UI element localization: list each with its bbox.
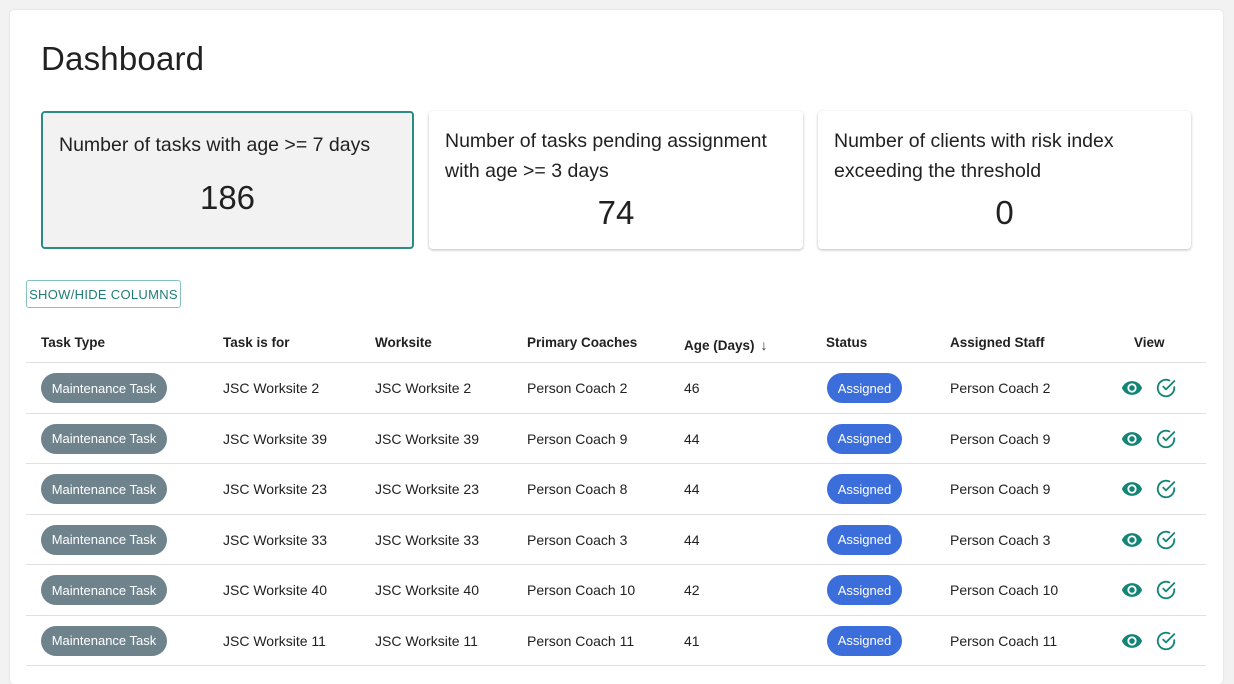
cell-primary-coaches: Person Coach 2 xyxy=(527,380,628,396)
cell-assigned-staff: Person Coach 2 xyxy=(950,380,1051,396)
table-row[interactable]: Maintenance Task JSC Worksite 11 JSC Works… xyxy=(26,616,1206,666)
status-badge: Assigned xyxy=(827,524,902,555)
cell-primary-coaches: Person Coach 3 xyxy=(527,531,628,548)
check-circle-icon[interactable] xyxy=(1154,376,1178,400)
task-type-chip: Maintenance Task xyxy=(41,524,167,555)
column-header-worksite[interactable]: Worksite xyxy=(375,335,432,350)
metric-card-clients-risk[interactable]: Number of clients with risk index exceed… xyxy=(818,111,1191,249)
status-badge: Assigned xyxy=(827,575,902,605)
table-row[interactable]: Maintenance Task JSC Worksite 2 JSC Worksi… xyxy=(26,363,1206,414)
cell-task-for: JSC Worksite 2 xyxy=(223,380,320,396)
task-type-chip: Maintenance Task xyxy=(41,575,167,605)
table-row[interactable]: Maintenance Task JSC Worksite 23 JSC Works… xyxy=(26,464,1206,515)
check-circle-icon[interactable] xyxy=(1154,477,1178,501)
cell-task-for: JSC Worksite 33 xyxy=(223,531,327,548)
cell-assigned-staff: Person Coach 10 xyxy=(950,582,1059,598)
cell-assigned-staff: Person Coach 9 xyxy=(950,481,1051,497)
eye-icon[interactable] xyxy=(1120,477,1144,501)
metric-card-value: 74 xyxy=(597,194,635,231)
eye-icon[interactable] xyxy=(1120,629,1144,653)
table-header: Task Type Task is for Worksite Primary C… xyxy=(26,322,1206,363)
column-header-status[interactable]: Status xyxy=(826,335,867,350)
page-title: Dashboard xyxy=(41,40,205,77)
column-header-view[interactable]: View xyxy=(1134,335,1165,350)
metric-card-pending-assignment[interactable]: Number of tasks pending assignment with … xyxy=(429,111,803,249)
cell-assigned-staff: Person Coach 9 xyxy=(950,430,1051,447)
cell-age: 44 xyxy=(684,430,700,447)
table-row[interactable]: Maintenance Task JSC Worksite 39 JSC Works… xyxy=(26,414,1206,464)
status-badge: Assigned xyxy=(827,373,902,403)
cell-assigned-staff: Person Coach 11 xyxy=(950,632,1058,649)
eye-icon[interactable] xyxy=(1120,578,1144,602)
task-type-chip: Maintenance Task xyxy=(41,474,167,504)
cell-worksite: JSC Worksite 40 xyxy=(375,582,479,598)
column-header-task-type[interactable]: Task Type xyxy=(41,335,105,350)
cell-primary-coaches: Person Coach 8 xyxy=(527,481,628,497)
cell-task-for: JSC Worksite 39 xyxy=(223,430,327,447)
cell-age: 44 xyxy=(684,531,700,548)
status-badge: Assigned xyxy=(827,625,902,656)
check-circle-icon[interactable] xyxy=(1154,427,1178,451)
cell-task-for: JSC Worksite 23 xyxy=(223,481,327,497)
cell-age: 41 xyxy=(684,632,700,649)
metric-card-label: Number of tasks with age >= 7 days xyxy=(59,134,371,156)
task-type-chip: Maintenance Task xyxy=(41,373,167,403)
column-header-age[interactable]: Age (Days) ↓ xyxy=(684,337,768,353)
dashboard-panel: Dashboard Number of tasks with age >= 7 … xyxy=(10,10,1223,684)
cell-worksite: JSC Worksite 39 xyxy=(375,430,479,447)
task-type-chip: Maintenance Task xyxy=(41,423,167,454)
cell-age: 46 xyxy=(684,380,700,396)
cell-assigned-staff: Person Coach 3 xyxy=(950,531,1051,548)
table-body: Maintenance Task JSC Worksite 2 JSC Worksi… xyxy=(26,363,1206,666)
task-type-chip: Maintenance Task xyxy=(41,625,167,656)
check-circle-icon[interactable] xyxy=(1154,629,1178,653)
cell-primary-coaches: Person Coach 10 xyxy=(527,582,636,598)
cell-task-for: JSC Worksite 11 xyxy=(223,632,326,649)
cell-primary-coaches: Person Coach 9 xyxy=(527,430,628,447)
cell-primary-coaches: Person Coach 11 xyxy=(527,632,635,649)
check-circle-icon[interactable] xyxy=(1154,528,1178,552)
cell-worksite: JSC Worksite 23 xyxy=(375,481,479,497)
metric-card-label: Number of clients with risk index exceed… xyxy=(834,130,1114,182)
cell-worksite: JSC Worksite 33 xyxy=(375,531,479,548)
column-header-primary-coaches[interactable]: Primary Coaches xyxy=(527,335,637,350)
status-badge: Assigned xyxy=(827,474,902,504)
eye-icon[interactable] xyxy=(1120,376,1144,400)
cell-age: 42 xyxy=(684,582,700,598)
cell-worksite: JSC Worksite 2 xyxy=(375,380,472,396)
tasks-table: Task Type Task is for Worksite Primary C… xyxy=(26,322,1206,666)
cell-worksite: JSC Worksite 11 xyxy=(375,632,478,649)
cell-task-for: JSC Worksite 40 xyxy=(223,582,327,598)
metric-card-value: 0 xyxy=(995,194,1014,231)
column-header-assigned-staff[interactable]: Assigned Staff xyxy=(950,335,1045,350)
show-hide-columns-button[interactable]: SHOW/HIDE COLUMNS xyxy=(26,280,181,308)
status-badge: Assigned xyxy=(827,423,902,454)
sort-arrow-down-icon: ↓ xyxy=(760,337,768,353)
cell-age: 44 xyxy=(684,481,700,497)
check-circle-icon[interactable] xyxy=(1154,578,1178,602)
eye-icon[interactable] xyxy=(1120,427,1144,451)
table-row[interactable]: Maintenance Task JSC Worksite 33 JSC Works… xyxy=(26,515,1206,565)
eye-icon[interactable] xyxy=(1120,528,1144,552)
table-row[interactable]: Maintenance Task JSC Worksite 40 JSC Works… xyxy=(26,565,1206,616)
column-header-task-for[interactable]: Task is for xyxy=(223,335,290,350)
column-header-age-label: Age (Days) xyxy=(684,338,755,353)
metric-card-value: 186 xyxy=(199,179,256,216)
metric-card-tasks-age-7[interactable]: Number of tasks with age >= 7 days 186 xyxy=(41,111,414,249)
metric-card-label: Number of tasks pending assignment with … xyxy=(445,130,767,182)
